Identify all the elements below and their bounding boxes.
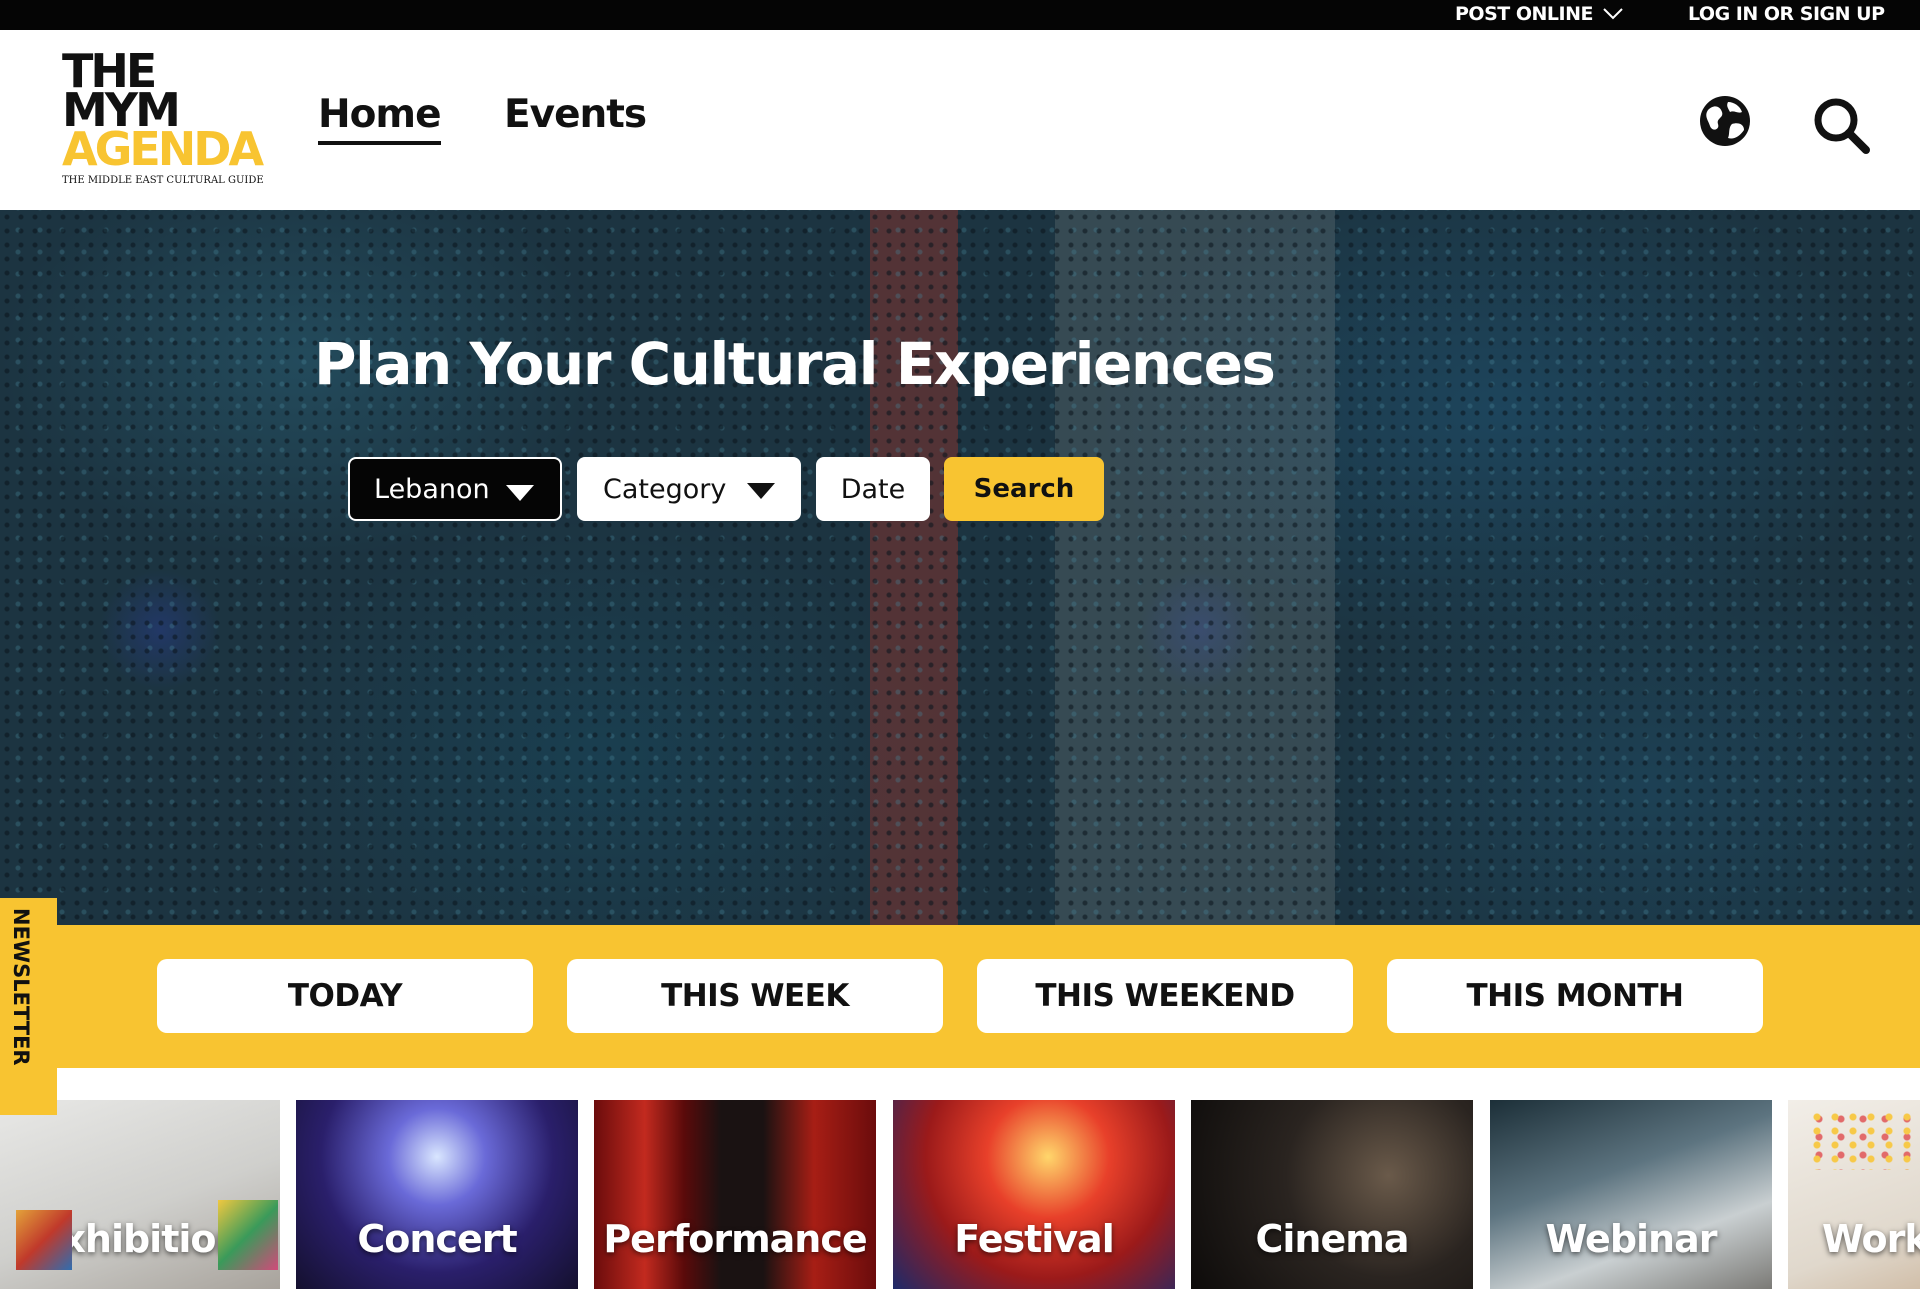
category-carousel: Exhibition Concert Performance Festival … — [0, 1100, 1920, 1289]
category-tile-performance[interactable]: Performance — [594, 1100, 876, 1289]
login-signup-link[interactable]: LOG IN OR SIGN UP — [1688, 3, 1885, 25]
category-tile-label: Festival — [954, 1217, 1114, 1261]
filter-today-button[interactable]: TODAY — [157, 959, 533, 1033]
hero-banner: Plan Your Cultural Experiences Lebanon C… — [0, 210, 1920, 925]
nav-home[interactable]: Home — [318, 92, 442, 145]
filter-this-month-button[interactable]: THIS MONTH — [1387, 959, 1763, 1033]
category-tile-cinema[interactable]: Cinema — [1191, 1100, 1473, 1289]
hero-title: Plan Your Cultural Experiences — [314, 330, 1276, 398]
filter-this-weekend-button[interactable]: THIS WEEKEND — [977, 959, 1353, 1033]
search-icon[interactable] — [1812, 96, 1870, 154]
site-logo[interactable]: THE MYM AGENDA THE MIDDLE EAST CULTURAL … — [62, 48, 264, 192]
country-select-value: Lebanon — [374, 473, 490, 505]
category-select-value: Category — [603, 473, 727, 505]
globe-icon[interactable] — [1698, 94, 1752, 148]
category-tile-label: Performance — [603, 1217, 867, 1261]
newsletter-tab[interactable]: NEWSLETTER — [0, 898, 57, 1115]
site-header: THE MYM AGENDA THE MIDDLE EAST CULTURAL … — [0, 30, 1920, 210]
category-tile-label: Webinar — [1545, 1217, 1718, 1261]
category-tile-label: Workshop — [1822, 1217, 1920, 1261]
country-select[interactable]: Lebanon — [348, 457, 562, 521]
category-tile-label: Exhibition — [36, 1217, 242, 1261]
category-tile-label: Cinema — [1255, 1217, 1410, 1261]
top-bar: POST ONLINE LOG IN OR SIGN UP — [0, 0, 1920, 30]
nav-events[interactable]: Events — [504, 92, 647, 137]
search-button[interactable]: Search — [944, 457, 1104, 521]
caret-down-icon — [506, 485, 534, 501]
filter-this-week-button[interactable]: THIS WEEK — [567, 959, 943, 1033]
quick-filter-bar: TODAY THIS WEEK THIS WEEKEND THIS MONTH — [0, 925, 1920, 1068]
category-tile-workshop[interactable]: Workshop — [1788, 1100, 1920, 1289]
category-tile-label: Concert — [357, 1217, 517, 1261]
newsletter-tab-label: NEWSLETTER — [9, 908, 33, 1066]
date-field-label: Date — [840, 473, 906, 505]
logo-line-3: AGENDA — [62, 122, 264, 176]
logo-tagline: THE MIDDLE EAST CULTURAL GUIDE — [62, 175, 264, 186]
post-online-label: POST ONLINE — [1455, 3, 1593, 25]
category-select[interactable]: Category — [577, 457, 801, 521]
date-field[interactable]: Date — [816, 457, 930, 521]
category-tile-webinar[interactable]: Webinar — [1490, 1100, 1772, 1289]
category-tile-exhibition[interactable]: Exhibition — [0, 1100, 280, 1289]
category-tile-concert[interactable]: Concert — [296, 1100, 578, 1289]
login-signup-label: LOG IN OR SIGN UP — [1688, 3, 1885, 25]
caret-down-icon — [747, 483, 775, 499]
search-button-label: Search — [973, 474, 1075, 504]
category-tile-festival[interactable]: Festival — [893, 1100, 1175, 1289]
chevron-down-icon — [1603, 8, 1623, 20]
post-online-menu[interactable]: POST ONLINE — [1455, 3, 1623, 25]
